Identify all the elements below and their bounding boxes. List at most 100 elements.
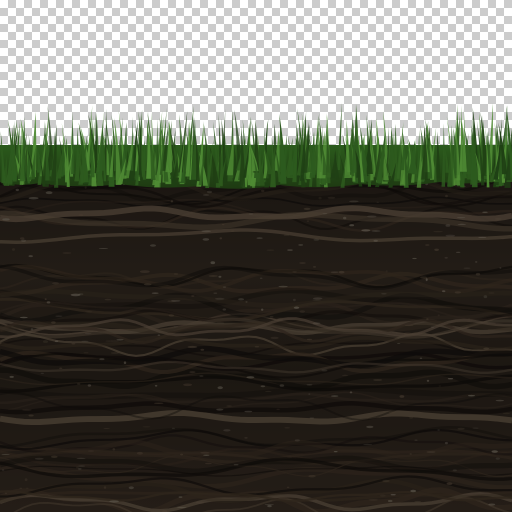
soil-speck — [103, 486, 107, 489]
soil-speck — [217, 386, 223, 390]
soil-speck — [43, 340, 48, 343]
soil-speck — [173, 273, 179, 275]
soil-speck — [244, 410, 253, 413]
soil-speck — [30, 328, 34, 331]
soil-speck — [373, 379, 383, 381]
soil-speck — [191, 295, 195, 297]
soil-speck — [349, 224, 355, 227]
soil-speck — [373, 239, 378, 242]
soil-speck — [381, 293, 387, 295]
soil-speck — [299, 262, 306, 264]
soil-speck — [261, 308, 264, 311]
soil-speck — [28, 255, 33, 258]
soil-speck — [367, 215, 377, 218]
soil-speck — [246, 376, 255, 379]
soil-speck — [277, 318, 284, 321]
soil-speck — [219, 237, 223, 240]
soil-speck — [22, 408, 32, 411]
soil-speck — [321, 369, 328, 372]
soil-speck — [187, 345, 198, 349]
soil-speck — [309, 417, 315, 419]
soil-speck — [204, 462, 212, 465]
soil-speck — [178, 496, 183, 498]
soil-speck — [442, 290, 446, 293]
grass-blades — [0, 103, 512, 189]
soil-speck — [153, 402, 164, 404]
soil-speck — [404, 324, 414, 327]
soil-speck — [19, 487, 23, 489]
soil-speck — [412, 257, 417, 260]
soil-speck — [200, 451, 210, 454]
soil-speck — [103, 428, 110, 429]
grass-layer — [0, 100, 512, 200]
soil-speck — [299, 310, 305, 313]
soil-speck — [385, 270, 388, 273]
soil-speck — [1, 454, 10, 455]
soil-speck — [445, 224, 451, 227]
soil-speck — [25, 487, 29, 489]
soil-speck — [483, 347, 490, 350]
soil-speck — [349, 391, 353, 394]
soil-speck — [104, 298, 112, 301]
soil-speck — [366, 425, 374, 429]
soil-speck — [467, 394, 476, 397]
soil-speck — [331, 395, 339, 397]
soil-speck — [452, 469, 457, 472]
soil-speck — [399, 395, 405, 398]
soil-speck — [437, 314, 440, 317]
soil-speck — [312, 297, 323, 300]
soil-speck — [128, 486, 134, 490]
soil-speck — [445, 234, 456, 237]
soil-speck — [256, 237, 263, 239]
soil-speck — [76, 466, 79, 469]
soil-speck — [196, 279, 200, 281]
soil-speck — [456, 251, 461, 253]
soil-speck — [154, 384, 158, 387]
soil-speck — [83, 352, 89, 354]
soil-speck — [173, 326, 178, 328]
soil-speck — [150, 244, 156, 247]
soil-speck — [44, 298, 47, 301]
soil-speck — [338, 270, 345, 274]
soil-speck — [98, 248, 108, 249]
soil-speck — [116, 339, 124, 341]
soil-speck — [456, 217, 466, 219]
soil-speck — [223, 429, 231, 432]
soil-speck — [46, 301, 51, 304]
soil-speck — [170, 200, 174, 203]
soil-speck — [244, 437, 248, 439]
soil-speck — [231, 230, 235, 232]
soil-speck — [55, 315, 63, 317]
soil-speck — [444, 441, 448, 445]
soil-speck — [426, 451, 436, 453]
soil-speck — [298, 244, 304, 246]
soil-speck — [426, 379, 430, 382]
soil-speck — [189, 213, 197, 215]
soil-speck — [475, 272, 481, 276]
soil-speck — [78, 214, 84, 217]
soil-speck — [168, 314, 175, 317]
soil-speck — [266, 249, 275, 251]
soil-speck — [433, 230, 443, 233]
soil-speck — [409, 416, 414, 419]
soil-speck — [420, 276, 428, 279]
soil-speck — [499, 267, 502, 269]
soil-speck — [9, 375, 14, 378]
soil-speck — [409, 453, 412, 455]
soil-speck — [483, 295, 488, 299]
soil-speck — [306, 220, 310, 222]
soil-speck — [199, 375, 204, 377]
soil-speck — [20, 237, 25, 240]
soil-speck — [279, 384, 285, 387]
soil-speck — [286, 486, 290, 488]
soil-strata — [0, 168, 512, 512]
soil-speck — [11, 248, 16, 251]
soil-speck — [303, 207, 311, 210]
soil-layer — [0, 168, 512, 512]
soil-speck — [341, 374, 349, 376]
soil-speck — [254, 345, 260, 348]
soil-speck — [208, 275, 218, 277]
soil-speck — [59, 367, 63, 370]
soil-speck — [312, 322, 321, 325]
soil-speck — [293, 306, 300, 309]
